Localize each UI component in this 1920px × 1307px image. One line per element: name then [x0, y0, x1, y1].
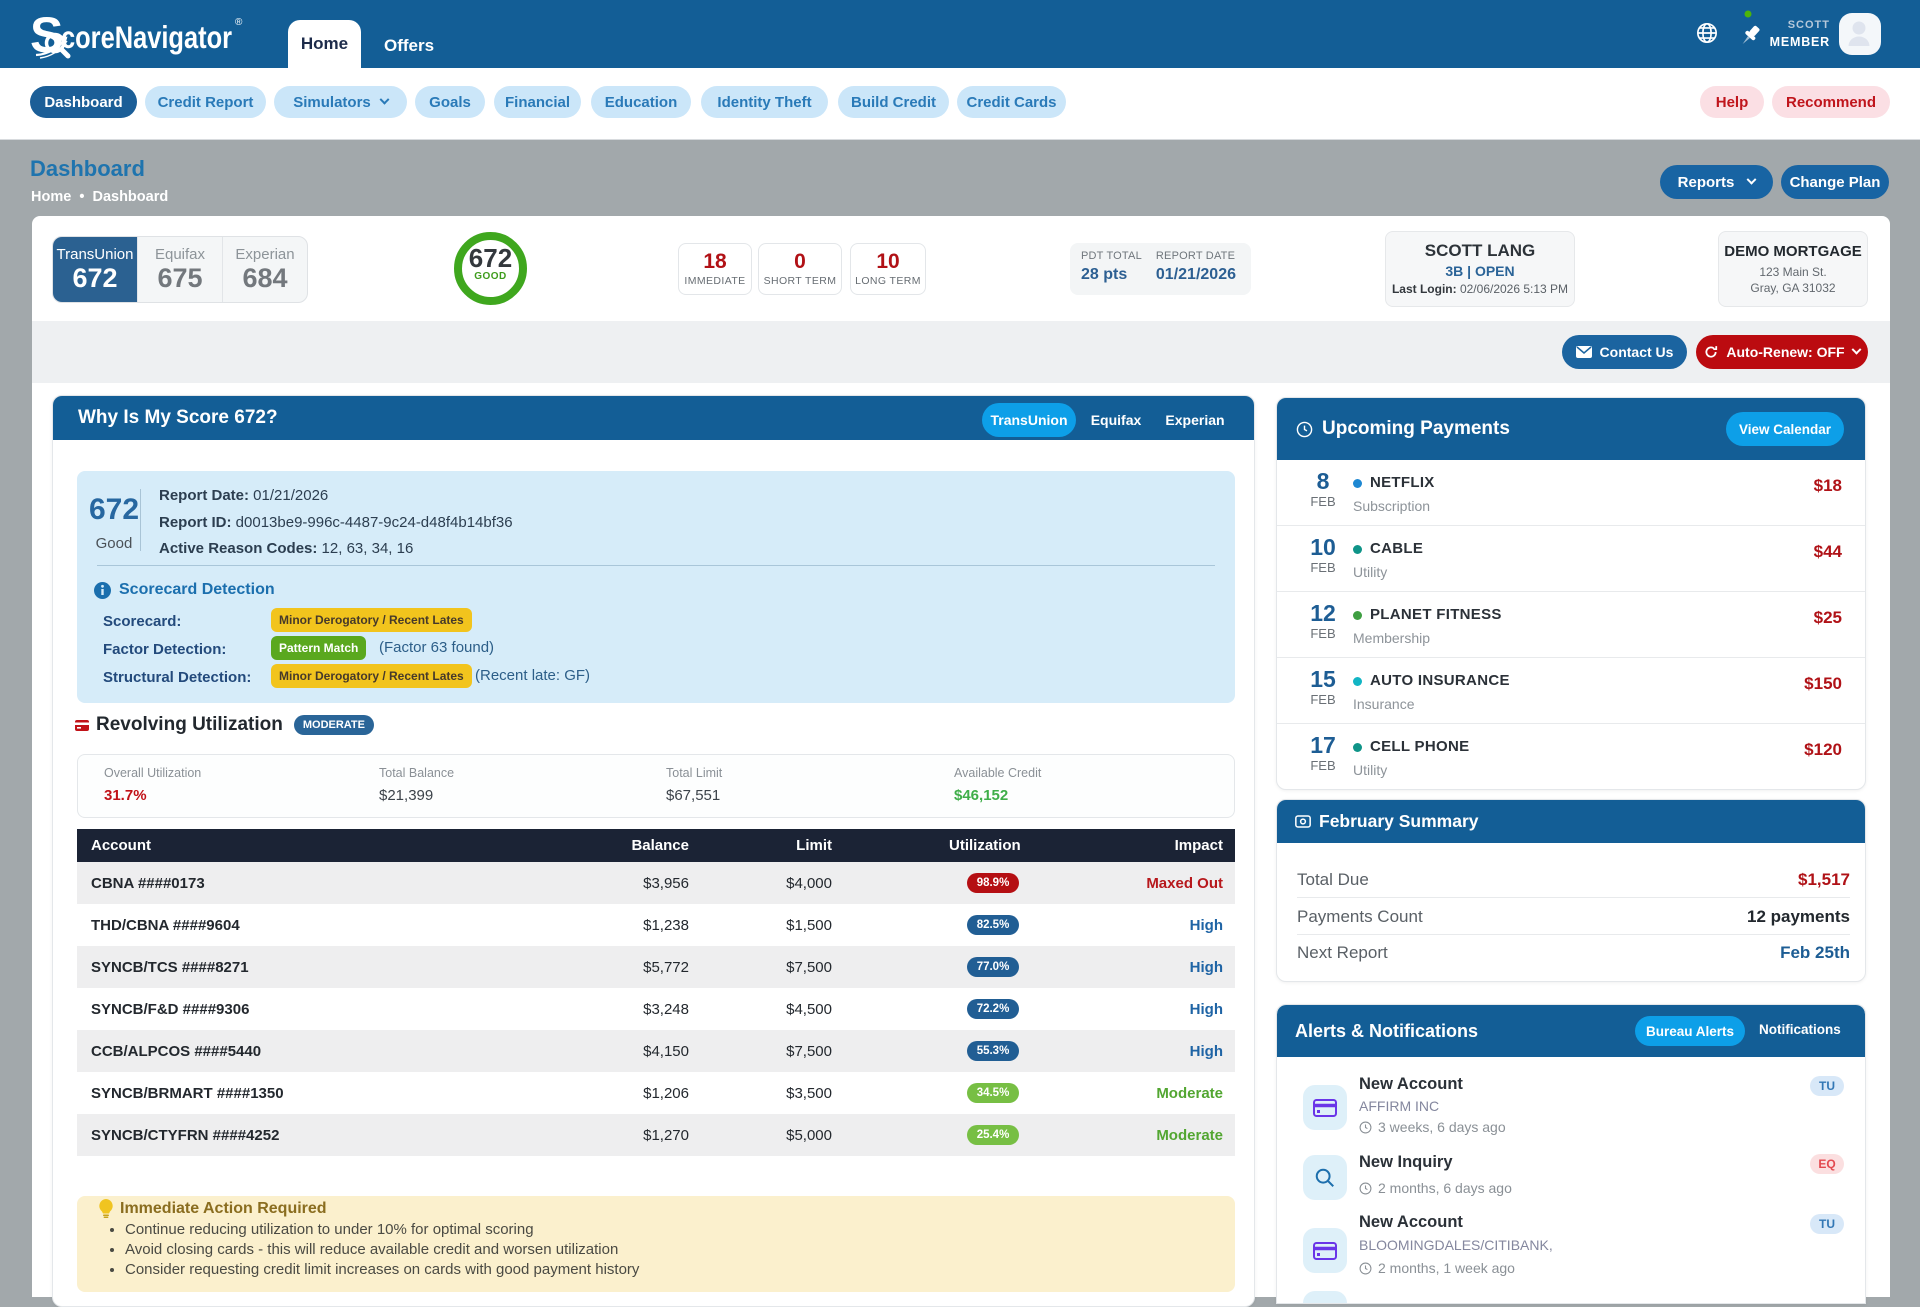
svg-text:coreNavigator: coreNavigator — [61, 19, 232, 55]
svg-text:®: ® — [235, 17, 243, 28]
